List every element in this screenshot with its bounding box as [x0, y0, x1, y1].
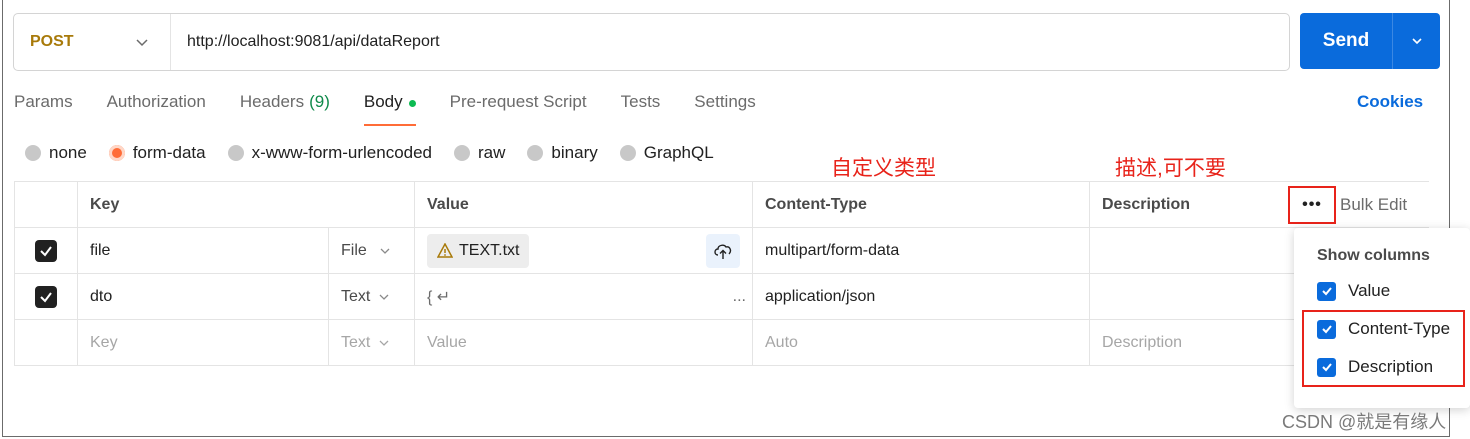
chevron-down-icon: [379, 340, 389, 346]
row-check-cell: [14, 320, 77, 365]
header-value: Value: [414, 182, 752, 227]
tab-settings[interactable]: Settings: [694, 92, 755, 126]
more-options-button[interactable]: •••: [1288, 186, 1336, 224]
tab-tests[interactable]: Tests: [621, 92, 661, 126]
column-toggle-value[interactable]: Value: [1317, 281, 1390, 301]
method-select[interactable]: POST: [14, 14, 171, 70]
type-select[interactable]: Text: [328, 320, 414, 365]
radio-icon: [619, 145, 636, 161]
body-type-form-data[interactable]: form-data: [108, 143, 206, 163]
request-tabs: Params Authorization Headers (9) Body Pre…: [14, 92, 790, 126]
checkbox-checked-icon: [35, 285, 57, 308]
value-more-indicator: ...: [732, 287, 746, 305]
headers-count: (9): [309, 92, 330, 111]
row-enable-checkbox[interactable]: [14, 274, 77, 319]
chevron-down-icon: [136, 39, 148, 47]
send-button[interactable]: Send: [1300, 13, 1440, 69]
body-type-options: none form-data x-www-form-urlencoded raw…: [25, 143, 736, 163]
table-row: dto Text { ↵ ... application/json: [14, 274, 1429, 320]
body-type-binary[interactable]: binary: [527, 143, 598, 163]
content-type-input[interactable]: Auto: [752, 320, 1089, 365]
value-cell[interactable]: { ↵ ...: [414, 274, 752, 319]
body-type-graphql[interactable]: GraphQL: [619, 143, 714, 163]
header-content-type: Content-Type: [752, 182, 1089, 227]
show-columns-title: Show columns: [1317, 247, 1430, 264]
value-cell[interactable]: TEXT.txt: [414, 228, 752, 273]
radio-icon: [454, 145, 471, 161]
cookies-link[interactable]: Cookies: [1357, 92, 1423, 112]
header-check-cell: [14, 182, 77, 227]
warning-icon: [437, 243, 453, 258]
content-type-cell[interactable]: multipart/form-data: [752, 228, 1089, 273]
cloud-upload-icon[interactable]: [706, 234, 740, 268]
body-active-dot: [408, 100, 416, 107]
body-type-raw[interactable]: raw: [454, 143, 505, 163]
chevron-down-icon: [1411, 38, 1422, 45]
file-chip[interactable]: TEXT.txt: [427, 233, 530, 268]
key-cell[interactable]: file: [77, 228, 328, 273]
chevron-down-icon: [379, 294, 389, 300]
send-label: Send: [1322, 30, 1370, 51]
checkbox-checked-icon: [35, 239, 57, 262]
radio-selected-icon: [108, 145, 125, 161]
table-row: file File TEXT.txt multipart/form-data: [14, 228, 1429, 274]
tab-authorization[interactable]: Authorization: [107, 92, 206, 126]
method-label: POST: [30, 33, 74, 50]
chevron-down-icon: [380, 248, 390, 254]
key-cell[interactable]: dto: [77, 274, 328, 319]
type-select[interactable]: Text: [328, 274, 414, 319]
key-input[interactable]: Key: [77, 320, 328, 365]
tab-body[interactable]: Body: [363, 92, 416, 126]
table-row-empty: Key Text Value Auto Description: [14, 320, 1429, 366]
body-type-none[interactable]: none: [25, 143, 87, 163]
form-data-table: Key Value Content-Type Description file …: [14, 181, 1429, 366]
tab-params[interactable]: Params: [14, 92, 73, 126]
tab-headers[interactable]: Headers (9): [240, 92, 330, 126]
tab-pre-request-script[interactable]: Pre-request Script: [450, 92, 587, 126]
annotation-highlight-box: [1302, 310, 1465, 387]
body-type-urlencoded[interactable]: x-www-form-urlencoded: [227, 143, 432, 163]
url-bar: POST http://localhost:9081/api/dataRepor…: [13, 13, 1290, 71]
content-type-cell[interactable]: application/json: [752, 274, 1089, 319]
annotation-description-optional: 描述,可不要: [1115, 157, 1226, 180]
watermark: CSDN @就是有缘人: [1282, 412, 1447, 432]
bulk-edit-link[interactable]: Bulk Edit: [1340, 195, 1407, 215]
row-enable-checkbox[interactable]: [14, 228, 77, 273]
radio-icon: [25, 145, 41, 161]
table-header-row: Key Value Content-Type Description: [14, 182, 1429, 228]
value-input[interactable]: Value: [414, 320, 752, 365]
annotation-custom-type: 自定义类型: [831, 157, 936, 180]
header-key: Key: [77, 182, 414, 227]
checkbox-checked-icon: [1317, 281, 1336, 301]
url-input[interactable]: http://localhost:9081/api/dataReport: [171, 33, 440, 51]
type-select[interactable]: File: [328, 228, 414, 273]
radio-icon: [527, 145, 544, 161]
send-options-button[interactable]: [1393, 34, 1440, 48]
radio-icon: [227, 145, 244, 161]
